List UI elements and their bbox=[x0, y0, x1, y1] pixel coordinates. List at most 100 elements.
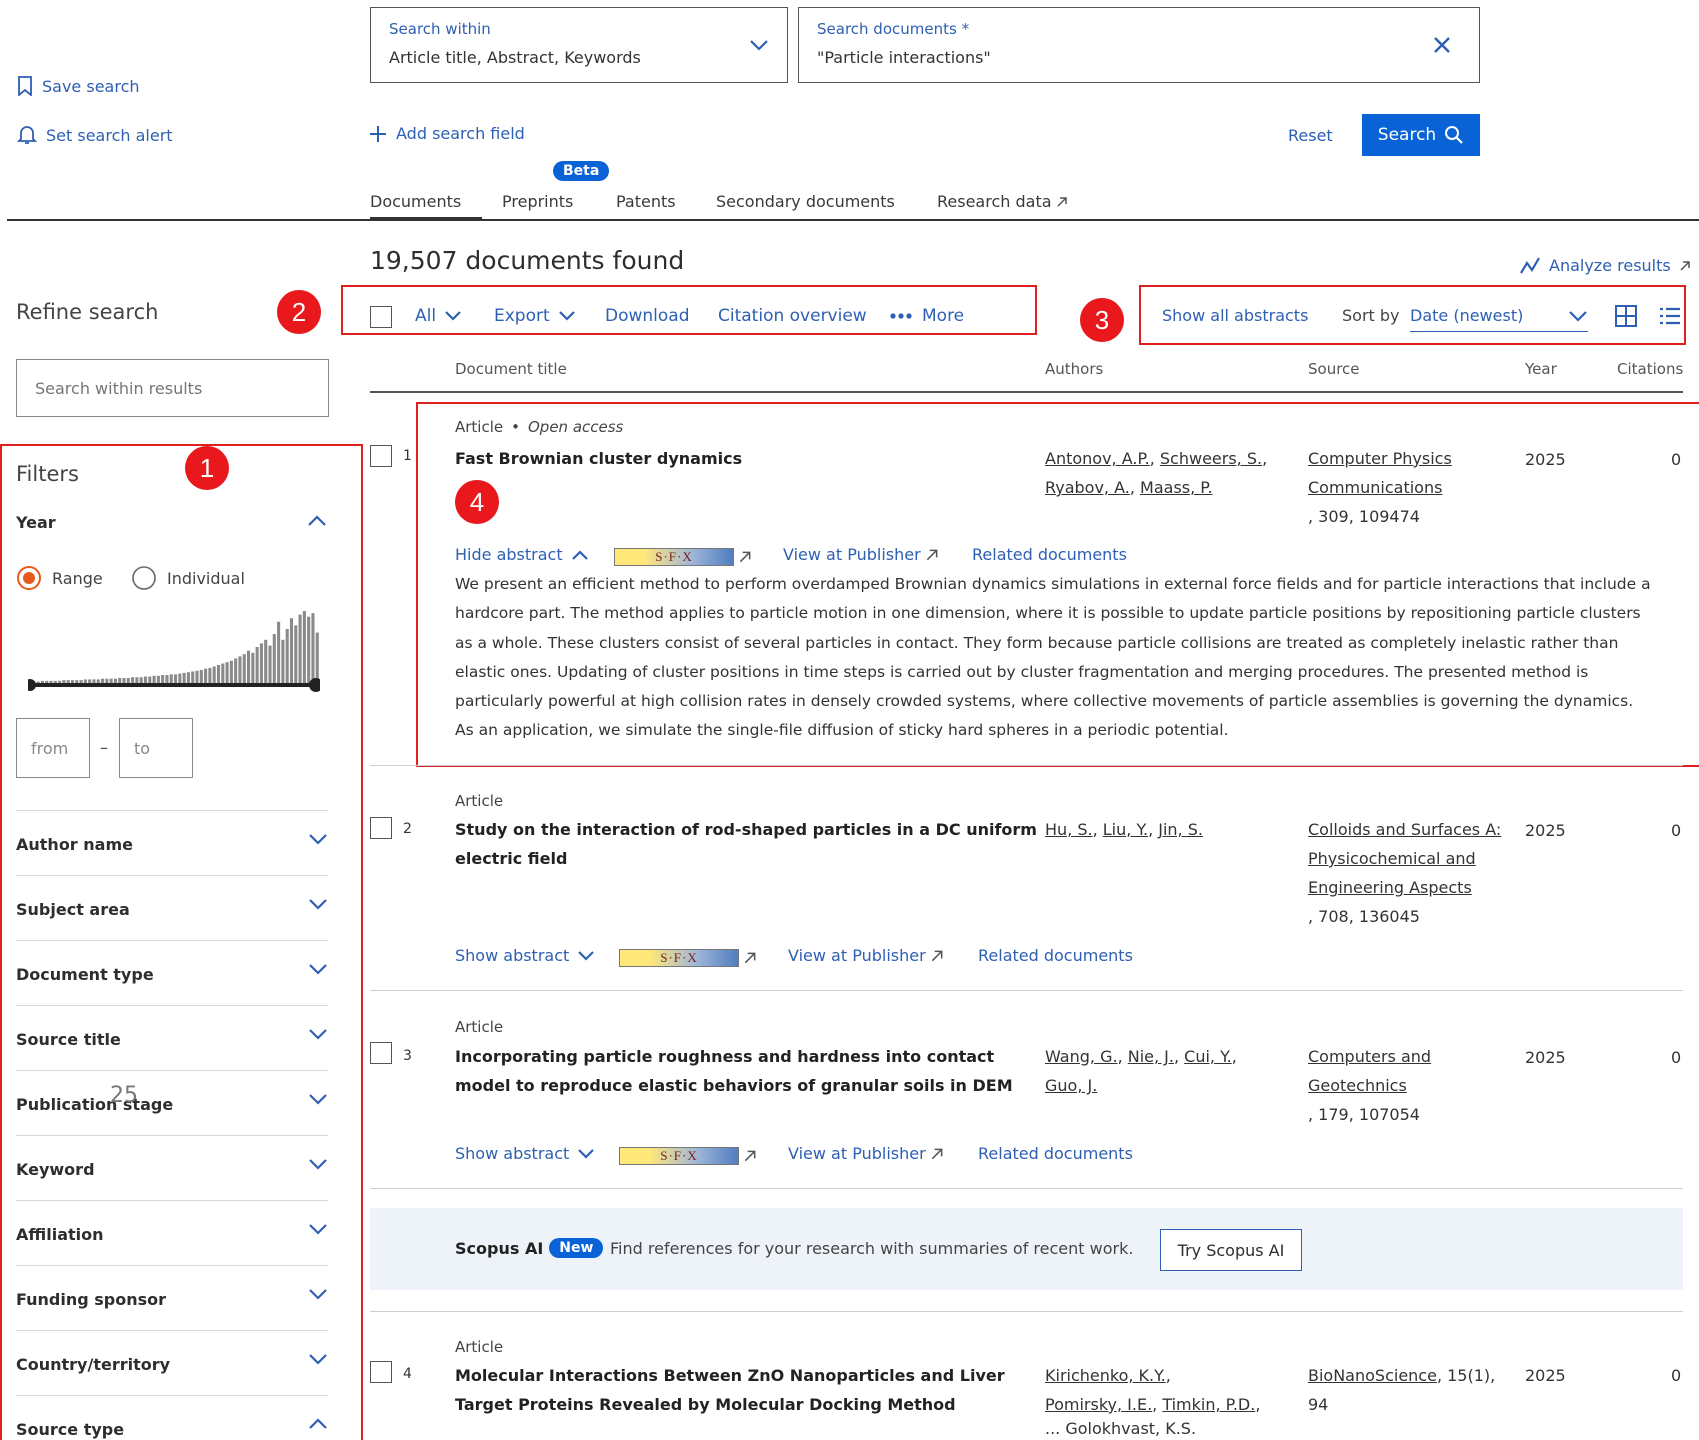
more-button[interactable]: More bbox=[890, 306, 964, 326]
histogram-bar bbox=[169, 674, 173, 683]
source-link[interactable]: Physicochemical and bbox=[1308, 844, 1501, 873]
search-within-select[interactable]: Search within Article title, Abstract, K… bbox=[370, 7, 788, 83]
sfx-link[interactable]: S·F·X bbox=[619, 1147, 757, 1165]
author-link[interactable]: Guo, J. bbox=[1045, 1076, 1097, 1095]
facet-publication-stage[interactable]: Publication stage bbox=[16, 1070, 328, 1134]
facet-source-title[interactable]: Source title bbox=[16, 1005, 328, 1069]
chevron-up-icon[interactable] bbox=[307, 515, 327, 527]
facet-document-type[interactable]: Document type bbox=[16, 940, 328, 1004]
column-header-citations[interactable]: Citations bbox=[1617, 360, 1683, 378]
author-link[interactable]: Maass, P. bbox=[1140, 478, 1213, 497]
author-link[interactable]: Ryabov, A. bbox=[1045, 478, 1130, 497]
tab-secondary-documents[interactable]: Secondary documents bbox=[716, 192, 895, 211]
show-abstract-button[interactable]: Show abstract bbox=[455, 1144, 595, 1163]
author-link[interactable]: Antonov, A.P. bbox=[1045, 449, 1150, 468]
view-at-publisher-link[interactable]: View at Publisher bbox=[788, 1144, 944, 1163]
facet-country-territory[interactable]: Country/territory bbox=[16, 1330, 328, 1394]
author-link[interactable]: Nie, J. bbox=[1128, 1047, 1174, 1066]
grid-view-icon[interactable] bbox=[1615, 305, 1637, 327]
hide-abstract-button[interactable]: Hide abstract bbox=[455, 545, 589, 564]
author-link[interactable]: Liu, Y. bbox=[1103, 820, 1148, 839]
export-dropdown[interactable]: Export bbox=[494, 306, 576, 326]
facet-author-name[interactable]: Author name bbox=[16, 810, 328, 874]
source-link[interactable]: Colloids and Surfaces A: bbox=[1308, 815, 1501, 844]
result-title-link[interactable]: Fast Brownian cluster dynamics bbox=[455, 444, 742, 473]
show-all-abstracts-button[interactable]: Show all abstracts bbox=[1162, 306, 1308, 325]
save-search-link[interactable]: Save search bbox=[16, 76, 140, 96]
sfx-link[interactable]: S·F·X bbox=[619, 949, 757, 967]
column-header-authors[interactable]: Authors bbox=[1045, 360, 1103, 378]
related-documents-link[interactable]: Related documents bbox=[972, 545, 1127, 564]
histogram-bar bbox=[105, 678, 109, 683]
year-to-input[interactable]: to bbox=[119, 718, 193, 778]
author-link[interactable]: Wang, G. bbox=[1045, 1047, 1118, 1066]
download-button[interactable]: Download bbox=[605, 306, 690, 326]
view-at-publisher-link[interactable]: View at Publisher bbox=[788, 946, 944, 965]
view-at-publisher-link[interactable]: View at Publisher bbox=[783, 545, 939, 564]
facet-keyword[interactable]: Keyword bbox=[16, 1135, 328, 1199]
source-link[interactable]: Computers and bbox=[1308, 1042, 1431, 1071]
related-documents-link[interactable]: Related documents bbox=[978, 946, 1133, 965]
column-header-year[interactable]: Year bbox=[1525, 360, 1557, 378]
show-abstract-label: Show abstract bbox=[455, 946, 570, 965]
tab-patents[interactable]: Patents bbox=[616, 192, 676, 211]
result-title-link[interactable]: Molecular Interactions Between ZnO Nanop… bbox=[455, 1361, 1005, 1419]
result-title-link[interactable]: Incorporating particle roughness and har… bbox=[455, 1042, 1013, 1100]
source-link[interactable]: Geotechnics bbox=[1308, 1071, 1431, 1100]
source-link[interactable]: Computer Physics bbox=[1308, 444, 1452, 473]
add-search-field-button[interactable]: Add search field bbox=[370, 124, 525, 143]
author-link[interactable]: Hu, S. bbox=[1045, 820, 1093, 839]
histogram-bar bbox=[178, 673, 182, 683]
range-slider-handle-min[interactable] bbox=[28, 679, 36, 691]
set-search-alert-link[interactable]: Set search alert bbox=[16, 124, 173, 146]
author-link[interactable]: Timkin, P.D. bbox=[1162, 1395, 1255, 1414]
tab-documents[interactable]: Documents bbox=[370, 192, 482, 220]
search-button[interactable]: Search bbox=[1362, 114, 1480, 156]
author-link[interactable]: Cui, Y. bbox=[1184, 1047, 1232, 1066]
histogram-bar bbox=[152, 675, 156, 683]
result-checkbox[interactable] bbox=[370, 1042, 392, 1064]
facet-affiliation[interactable]: Affiliation bbox=[16, 1200, 328, 1264]
author-link[interactable]: Jin, S. bbox=[1158, 820, 1203, 839]
result-source: Computer Physics Communications , 309, 1… bbox=[1308, 444, 1452, 531]
facet-source-type[interactable]: Source type bbox=[16, 1395, 328, 1440]
related-documents-link[interactable]: Related documents bbox=[978, 1144, 1133, 1163]
range-radio[interactable]: Range bbox=[16, 565, 103, 591]
range-slider-handle-max[interactable] bbox=[309, 678, 320, 692]
sort-select[interactable]: Date (newest) bbox=[1410, 300, 1588, 332]
facet-funding-sponsor[interactable]: Funding sponsor bbox=[16, 1265, 328, 1329]
author-link[interactable]: Kirichenko, K.Y. bbox=[1045, 1366, 1166, 1385]
show-abstract-button[interactable]: Show abstract bbox=[455, 946, 595, 965]
result-citations: 0 bbox=[1671, 1048, 1682, 1067]
select-all-checkbox[interactable] bbox=[370, 306, 392, 328]
individual-radio[interactable]: Individual bbox=[131, 565, 245, 591]
column-header-source[interactable]: Source bbox=[1308, 360, 1360, 378]
try-scopus-ai-button[interactable]: Try Scopus AI bbox=[1160, 1229, 1302, 1271]
result-checkbox[interactable] bbox=[370, 445, 392, 467]
list-view-icon[interactable] bbox=[1659, 306, 1681, 326]
analyze-results-link[interactable]: Analyze results bbox=[1519, 256, 1691, 275]
histogram-bar bbox=[212, 666, 216, 683]
author-link[interactable]: Pomirsky, I.E. bbox=[1045, 1395, 1152, 1414]
sfx-link[interactable]: S·F·X bbox=[614, 548, 752, 566]
year-from-input[interactable]: from bbox=[16, 718, 90, 778]
facet-subject-area[interactable]: Subject area bbox=[16, 875, 328, 939]
close-icon[interactable] bbox=[1433, 36, 1451, 54]
all-dropdown[interactable]: All bbox=[415, 306, 462, 326]
source-link[interactable]: BioNanoScience bbox=[1308, 1366, 1437, 1385]
author-link[interactable]: Schweers, S. bbox=[1160, 449, 1262, 468]
author-more[interactable]: ... Golokhvast, K.S. bbox=[1045, 1419, 1196, 1438]
tab-preprints[interactable]: Preprints bbox=[502, 192, 573, 211]
search-within-results-input[interactable] bbox=[16, 359, 329, 417]
histogram-bar bbox=[229, 660, 233, 683]
reset-button[interactable]: Reset bbox=[1288, 126, 1333, 145]
result-title-link[interactable]: Study on the interaction of rod-shaped p… bbox=[455, 815, 1037, 873]
result-checkbox[interactable] bbox=[370, 817, 392, 839]
tab-research-data[interactable]: Research data bbox=[937, 192, 1068, 211]
column-header-title[interactable]: Document title bbox=[455, 360, 567, 378]
result-checkbox[interactable] bbox=[370, 1361, 392, 1383]
citation-overview-button[interactable]: Citation overview bbox=[718, 306, 867, 326]
source-link[interactable]: Communications bbox=[1308, 473, 1452, 502]
search-documents-field[interactable]: Search documents * "Particle interaction… bbox=[798, 7, 1480, 83]
source-link[interactable]: Engineering Aspects bbox=[1308, 873, 1501, 902]
